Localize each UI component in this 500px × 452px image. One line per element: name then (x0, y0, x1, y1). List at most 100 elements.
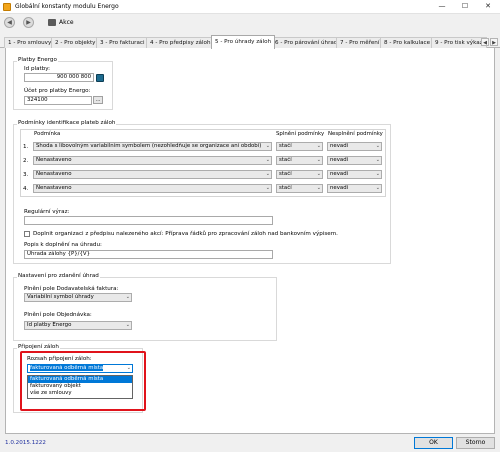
regex-field[interactable] (24, 216, 273, 225)
met-value: stačí (279, 143, 292, 149)
not-met-value: nevadí (330, 143, 349, 149)
dodavatelska-value: Variabilní symbol úhrady (27, 294, 94, 300)
met-select[interactable]: stačí ⌄ (276, 170, 323, 179)
forward-button[interactable]: ▶ (23, 17, 34, 28)
tab-kalkulace[interactable]: 8 - Pro kalkulace (380, 37, 435, 48)
cancel-button[interactable]: Storno (456, 437, 495, 449)
rozsah-value: fakturovaná odběrná místa (30, 365, 104, 371)
condition-value: Shoda s libovolným variabilním symbolem … (36, 143, 262, 149)
not-met-value: nevadí (330, 185, 349, 191)
not-met-select[interactable]: nevadí ⌄ (327, 142, 382, 151)
tab-uhrady-zaloh[interactable]: 5 - Pro úhrady záloh (211, 35, 276, 49)
rozsah-select[interactable]: fakturovaná odběrná místa ⌄ (27, 364, 133, 373)
condition-value: Nenastaveno (36, 185, 72, 191)
ucet-label: Účet pro platby Energo: (24, 88, 91, 94)
rozsah-option[interactable]: vše ze smlouvy (28, 390, 132, 397)
tab-mereni[interactable]: 7 - Pro měření (336, 37, 384, 48)
maximize-button[interactable]: ☐ (455, 1, 475, 12)
energo-app-icon (3, 3, 11, 11)
tab-predpisy-zaloh[interactable]: 4 - Pro předpisy záloh (146, 37, 215, 48)
condition-select[interactable]: Nenastaveno ⌄ (33, 170, 272, 179)
chevron-down-icon: ⌄ (125, 322, 130, 328)
not-met-value: nevadí (330, 171, 349, 177)
objednavka-label: Plnění pole Objednávka: (24, 312, 92, 318)
chevron-down-icon: ⌄ (375, 157, 380, 163)
tab-objekty[interactable]: 2 - Pro objekty (51, 37, 100, 48)
tab-parovani-uhrad[interactable]: 6 - Pro párování úhrad (271, 37, 342, 48)
ucet-lookup-button[interactable]: ... (93, 96, 103, 104)
condition-value: Nenastaveno (36, 171, 72, 177)
tab-fakturace[interactable]: 3 - Pro fakturaci (96, 37, 149, 48)
actions-icon (48, 19, 56, 26)
chevron-down-icon: ⌄ (265, 171, 270, 177)
row-number: 2. (23, 158, 29, 164)
arrow-left-icon: ◀ (7, 19, 12, 26)
ok-button[interactable]: OK (414, 437, 453, 449)
chevron-down-icon: ⌄ (375, 143, 380, 149)
tab-scroll-right-icon[interactable]: ▶ (490, 38, 498, 46)
met-value: stačí (279, 185, 292, 191)
row-number: 4. (23, 186, 29, 192)
not-met-value: nevadí (330, 157, 349, 163)
rozsah-option[interactable]: fakturovaný objekt (28, 383, 132, 390)
met-select[interactable]: stačí ⌄ (276, 142, 323, 151)
not-met-select[interactable]: nevadí ⌄ (327, 184, 382, 193)
popis-label: Popis k doplnění na úhradu: (24, 242, 102, 248)
chevron-down-icon: ⌄ (375, 171, 380, 177)
chevron-down-icon: ⌄ (316, 171, 321, 177)
rozsah-label: Rozsah připojení záloh: (27, 356, 92, 362)
col-podminka-header: Podmínka (34, 131, 61, 137)
chevron-down-icon: ⌄ (265, 143, 270, 149)
back-button[interactable]: ◀ (4, 17, 15, 28)
objednavka-value: Id platby Energo (27, 322, 72, 328)
doplnit-organizaci-label: Doplnit organizaci z předpisu nalezeného… (33, 231, 338, 237)
row-number: 3. (23, 172, 29, 178)
rozsah-option[interactable]: fakturovaná odběrná místa (28, 376, 132, 383)
tab-smlouvy[interactable]: 1 - Pro smlouvy (4, 37, 56, 48)
toolbar (0, 14, 500, 32)
met-select[interactable]: stačí ⌄ (276, 156, 323, 165)
objednavka-select[interactable]: Id platby Energo ⌄ (24, 321, 132, 330)
ucet-field[interactable]: 324100 (24, 96, 92, 105)
id-platby-label: Id platby: (24, 66, 51, 72)
not-met-select[interactable]: nevadí ⌄ (327, 156, 382, 165)
chevron-down-icon: ⌄ (316, 185, 321, 191)
podminky-group-label: Podmínky identifikace plateb záloh (17, 120, 117, 126)
regex-label: Regulární výraz: (24, 209, 70, 215)
chevron-down-icon: ⌄ (125, 294, 130, 300)
pripojeni-group-label: Připojení záloh (17, 344, 60, 350)
condition-select[interactable]: Nenastaveno ⌄ (33, 156, 272, 165)
row-number: 1. (23, 144, 29, 150)
nastaveni-group-label: Nastavení pro zdanění úhrad (17, 273, 100, 279)
id-platby-field[interactable]: 900 000 800 (24, 73, 94, 82)
platby-energo-group-label: Platby Energo (17, 57, 58, 63)
chevron-down-icon: ⌄ (316, 143, 321, 149)
minimize-button[interactable]: — (432, 1, 452, 12)
col-splneni-header: Splnění podmínky (276, 131, 325, 137)
calculator-icon[interactable] (96, 74, 104, 82)
tab-scroll-left-icon[interactable]: ◀ (481, 38, 489, 46)
not-met-select[interactable]: nevadí ⌄ (327, 170, 382, 179)
dodavatelska-label: Plnění pole Dodavatelská faktura: (24, 286, 119, 292)
dodavatelska-select[interactable]: Variabilní symbol úhrady ⌄ (24, 293, 132, 302)
window-title: Globální konstanty modulu Energo (15, 3, 119, 10)
popis-field[interactable]: Úhrada zálohy {P}/{V} (24, 250, 273, 259)
chevron-down-icon: ⌄ (375, 185, 380, 191)
arrow-right-icon: ▶ (26, 19, 31, 26)
col-nesplneni-header: Nesplnění podmínky (328, 131, 383, 137)
actions-menu[interactable]: Akce (59, 19, 74, 26)
met-select[interactable]: stačí ⌄ (276, 184, 323, 193)
met-value: stačí (279, 171, 292, 177)
met-value: stačí (279, 157, 292, 163)
chevron-down-icon: ⌄ (316, 157, 321, 163)
condition-select[interactable]: Nenastaveno ⌄ (33, 184, 272, 193)
condition-select[interactable]: Shoda s libovolným variabilním symbolem … (33, 142, 272, 151)
doplnit-organizaci-checkbox[interactable] (24, 231, 30, 237)
tab-tisk-vykazu[interactable]: 9 - Pro tisk výkaz (431, 37, 487, 48)
condition-value: Nenastaveno (36, 157, 72, 163)
chevron-down-icon: ⌄ (126, 365, 131, 371)
chevron-down-icon: ⌄ (265, 185, 270, 191)
rozsah-dropdown-list: fakturovaná odběrná místa fakturovaný ob… (27, 375, 133, 399)
close-button[interactable]: ✕ (478, 1, 498, 12)
version-label: 1.0.2015.1222 (5, 440, 46, 446)
